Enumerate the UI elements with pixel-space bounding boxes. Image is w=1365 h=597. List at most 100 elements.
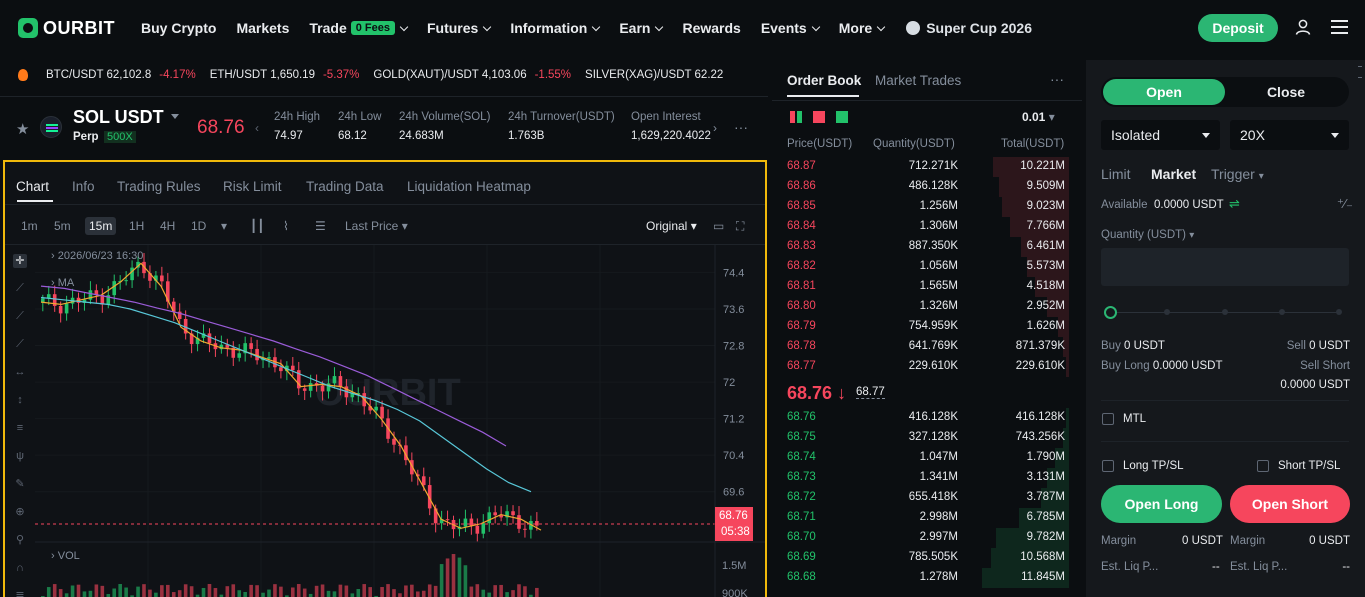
ask-row[interactable]: 68.84 1.306M 7.766M xyxy=(772,217,1082,237)
book-asks-view-icon[interactable] xyxy=(813,111,825,123)
fullscreen-icon[interactable]: ⛶ xyxy=(736,219,744,234)
mtl-checkbox[interactable] xyxy=(1102,413,1114,425)
nav-futures[interactable]: Futures xyxy=(427,20,492,36)
tab-info[interactable]: Info xyxy=(72,179,95,194)
bid-row[interactable]: 68.72 655.418K 3.787M xyxy=(772,488,1082,508)
scroll-left-icon[interactable]: ‹ xyxy=(255,121,259,135)
book-bids-view-icon[interactable] xyxy=(836,111,848,123)
ask-row[interactable]: 68.81 1.565M 4.518M xyxy=(772,277,1082,297)
bid-row[interactable]: 68.74 1.047M 1.790M xyxy=(772,448,1082,468)
symbol-name[interactable]: SOL USDT xyxy=(73,107,164,128)
zoom-icon[interactable]: ⊕ xyxy=(13,505,27,519)
panel-resize-handle[interactable] xyxy=(1358,66,1362,78)
ask-row[interactable]: 68.87 712.271K 10.221M xyxy=(772,157,1082,177)
indicator-icon[interactable]: ⌇ xyxy=(283,219,289,233)
tab-market-trades[interactable]: Market Trades xyxy=(875,73,961,88)
crosshair-icon[interactable]: ✛ xyxy=(13,254,27,268)
more-options-icon[interactable]: ··· xyxy=(1050,71,1064,87)
brush-icon[interactable]: ✎ xyxy=(13,477,27,491)
tab-order-book[interactable]: Order Book xyxy=(787,73,861,88)
price-chart[interactable]: OURBIT 74.473.672.87271.270.469.6 68.76 … xyxy=(35,245,765,597)
long-tpsl-checkbox[interactable] xyxy=(1102,460,1114,472)
bid-row[interactable]: 68.70 2.997M 9.782M xyxy=(772,528,1082,548)
nav-rewards[interactable]: Rewards xyxy=(682,20,740,36)
tab-liquidation-heatmap[interactable]: Liquidation Heatmap xyxy=(407,179,531,194)
mark-price[interactable]: 68.77 xyxy=(856,386,885,399)
layout-icon[interactable]: ▭ xyxy=(713,219,724,233)
slider-step[interactable] xyxy=(1279,309,1285,315)
ask-row[interactable]: 68.85 1.256M 9.023M xyxy=(772,197,1082,217)
deposit-button[interactable]: Deposit xyxy=(1198,14,1278,42)
ticker-item[interactable]: ETH/USDT 1,650.19 -5.37% xyxy=(210,69,360,81)
more-options-icon[interactable]: ··· xyxy=(734,119,748,135)
book-both-view-icon[interactable] xyxy=(790,111,802,123)
super-cup-promo[interactable]: Super Cup 2026 xyxy=(906,20,1032,36)
precision-select[interactable]: 0.01 ▾ xyxy=(1022,110,1055,124)
ticker-item[interactable]: SILVER(XAG)/USDT 62.22 xyxy=(585,69,723,81)
hamburger-menu-icon[interactable] xyxy=(1331,20,1348,34)
ticker-item[interactable]: GOLD(XAUT)/USDT 4,103.06 -1.55% xyxy=(373,69,571,81)
calculator-icon[interactable]: ⁺⁄₋ xyxy=(1337,196,1353,212)
interval-5m[interactable]: 5m xyxy=(54,219,71,233)
bid-row[interactable]: 68.71 2.998M 6.785M xyxy=(772,508,1082,528)
nav-markets[interactable]: Markets xyxy=(236,20,289,36)
fib-icon[interactable]: ≡ xyxy=(13,421,27,435)
margin-mode-select[interactable]: Isolated xyxy=(1101,120,1220,150)
tab-trading-data[interactable]: Trading Data xyxy=(306,179,384,194)
open-short-button[interactable]: Open Short xyxy=(1230,485,1350,523)
price-type-select[interactable]: Last Price ▾ xyxy=(345,219,408,233)
ray-icon[interactable]: ⟋ xyxy=(13,309,27,323)
bid-row[interactable]: 68.76 416.128K 416.128K xyxy=(772,408,1082,428)
nav-earn[interactable]: Earn xyxy=(619,20,664,36)
order-type-market[interactable]: Market xyxy=(1151,166,1196,182)
transfer-icon[interactable]: ⇌ xyxy=(1229,196,1240,212)
bid-row[interactable]: 68.69 785.505K 10.568M xyxy=(772,548,1082,568)
lock-icon[interactable]: ≣ xyxy=(13,589,27,597)
tab-chart[interactable]: Chart xyxy=(16,179,49,194)
open-long-button[interactable]: Open Long xyxy=(1101,485,1222,523)
magnet-icon[interactable]: ∩ xyxy=(13,561,27,575)
bid-row[interactable]: 68.73 1.341M 3.131M xyxy=(772,468,1082,488)
close-tab[interactable]: Close xyxy=(1225,79,1347,105)
short-tpsl-checkbox[interactable] xyxy=(1257,460,1269,472)
candlestick-icon[interactable]: ┃┃ xyxy=(250,219,264,233)
slider-step[interactable] xyxy=(1164,309,1170,315)
settings-list-icon[interactable]: ☰ xyxy=(315,219,326,233)
slider-step[interactable] xyxy=(1336,309,1342,315)
order-type-trigger[interactable]: Trigger ▾ xyxy=(1211,166,1264,182)
ask-row[interactable]: 68.78 641.769K 871.379K xyxy=(772,337,1082,357)
ask-row[interactable]: 68.79 754.959K 1.626M xyxy=(772,317,1082,337)
ourbit-logo[interactable]: OURBIT xyxy=(18,18,115,39)
bid-row[interactable]: 68.68 1.278M 11.845M xyxy=(772,568,1082,588)
slider-step[interactable] xyxy=(1222,309,1228,315)
nav-information[interactable]: Information xyxy=(510,20,601,36)
tab-risk-limit[interactable]: Risk Limit xyxy=(223,179,282,194)
open-tab[interactable]: Open xyxy=(1103,79,1225,105)
ask-row[interactable]: 68.83 887.350K 6.461M xyxy=(772,237,1082,257)
ask-row[interactable]: 68.86 486.128K 9.509M xyxy=(772,177,1082,197)
nav-trade[interactable]: Trade 0 Fees xyxy=(309,20,409,36)
scroll-right-icon[interactable]: › xyxy=(713,121,717,135)
tab-trading-rules[interactable]: Trading Rules xyxy=(117,179,201,194)
bid-row[interactable]: 68.75 327.128K 743.256K xyxy=(772,428,1082,448)
vertical-line-icon[interactable]: ↕ xyxy=(13,393,27,407)
order-type-limit[interactable]: Limit xyxy=(1101,166,1131,182)
horizontal-line-icon[interactable]: ↔ xyxy=(13,365,27,379)
interval-1d[interactable]: 1D xyxy=(191,219,206,233)
channel-icon[interactable]: ⟋ xyxy=(13,337,27,351)
interval-4h[interactable]: 4H xyxy=(160,219,175,233)
interval-15m[interactable]: 15m xyxy=(85,217,117,235)
interval-1m[interactable]: 1m xyxy=(21,219,38,233)
nav-buy-crypto[interactable]: Buy Crypto xyxy=(141,20,216,36)
measure-icon[interactable]: ⚲ xyxy=(13,533,27,547)
amount-slider-knob[interactable] xyxy=(1104,306,1117,319)
trendline-icon[interactable]: ⟋ xyxy=(13,281,27,295)
quantity-input[interactable] xyxy=(1101,248,1349,286)
nav-events[interactable]: Events xyxy=(761,20,820,36)
interval-1h[interactable]: 1H xyxy=(129,219,144,233)
ask-row[interactable]: 68.80 1.326M 2.952M xyxy=(772,297,1082,317)
ask-row[interactable]: 68.82 1.056M 5.573M xyxy=(772,257,1082,277)
ask-row[interactable]: 68.77 229.610K 229.610K xyxy=(772,357,1082,377)
pitchfork-icon[interactable]: ψ xyxy=(13,449,27,463)
nav-more[interactable]: More xyxy=(839,20,886,36)
